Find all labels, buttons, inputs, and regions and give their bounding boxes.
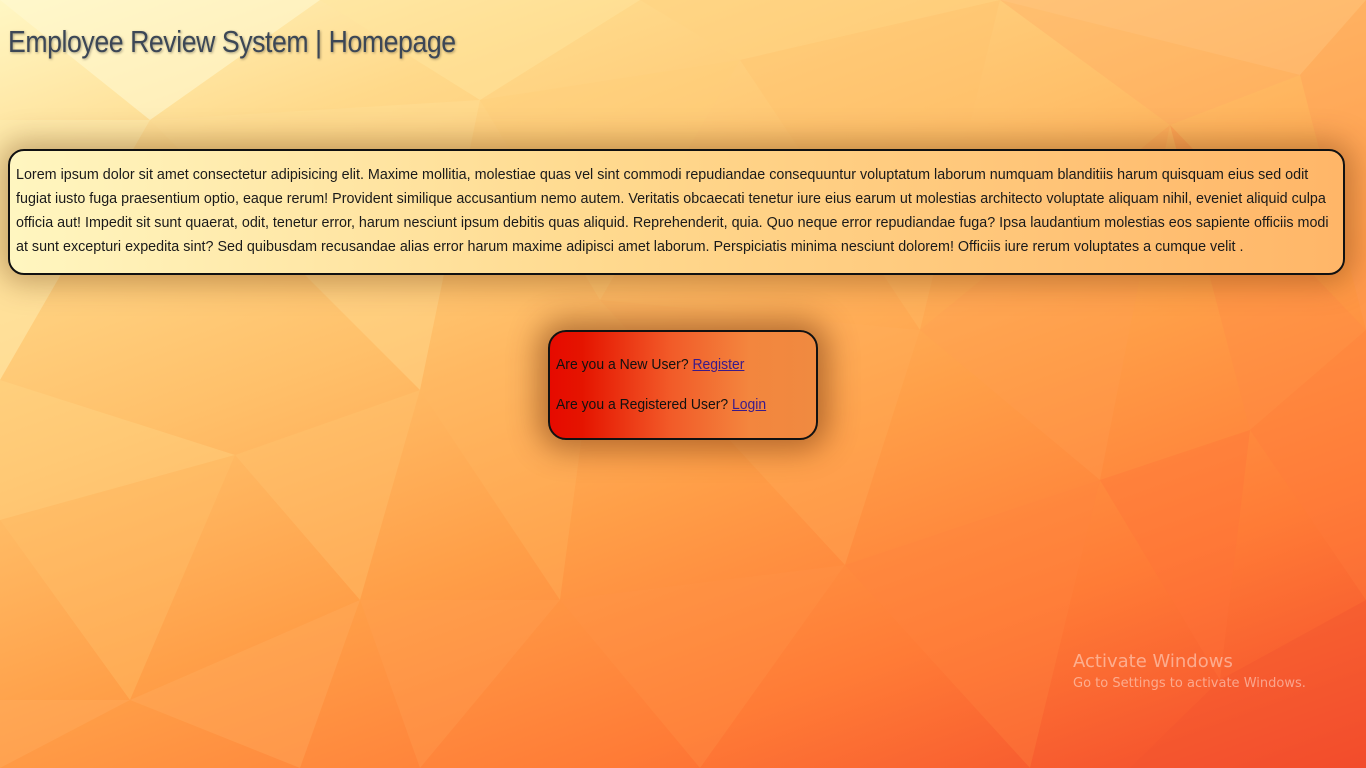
registered-user-prompt: Are you a Registered User? xyxy=(556,396,729,413)
register-link[interactable]: Register xyxy=(692,356,744,373)
new-user-row: Are you a New User? Register xyxy=(556,356,744,373)
auth-card: Are you a New User? Register Are you a R… xyxy=(548,330,818,440)
new-user-prompt: Are you a New User? xyxy=(556,356,689,373)
watermark-title: Activate Windows xyxy=(1073,651,1233,672)
page-title: Employee Review System | Homepage xyxy=(8,24,456,59)
registered-user-row: Are you a Registered User? Login xyxy=(556,396,766,413)
intro-paragraph: Lorem ipsum dolor sit amet consectetur a… xyxy=(16,166,1329,255)
watermark-subtitle: Go to Settings to activate Windows. xyxy=(1073,676,1306,691)
intro-card: Lorem ipsum dolor sit amet consectetur a… xyxy=(8,149,1345,275)
activate-windows-watermark: Activate Windows Go to Settings to activ… xyxy=(1073,650,1306,694)
login-link[interactable]: Login xyxy=(732,396,766,413)
